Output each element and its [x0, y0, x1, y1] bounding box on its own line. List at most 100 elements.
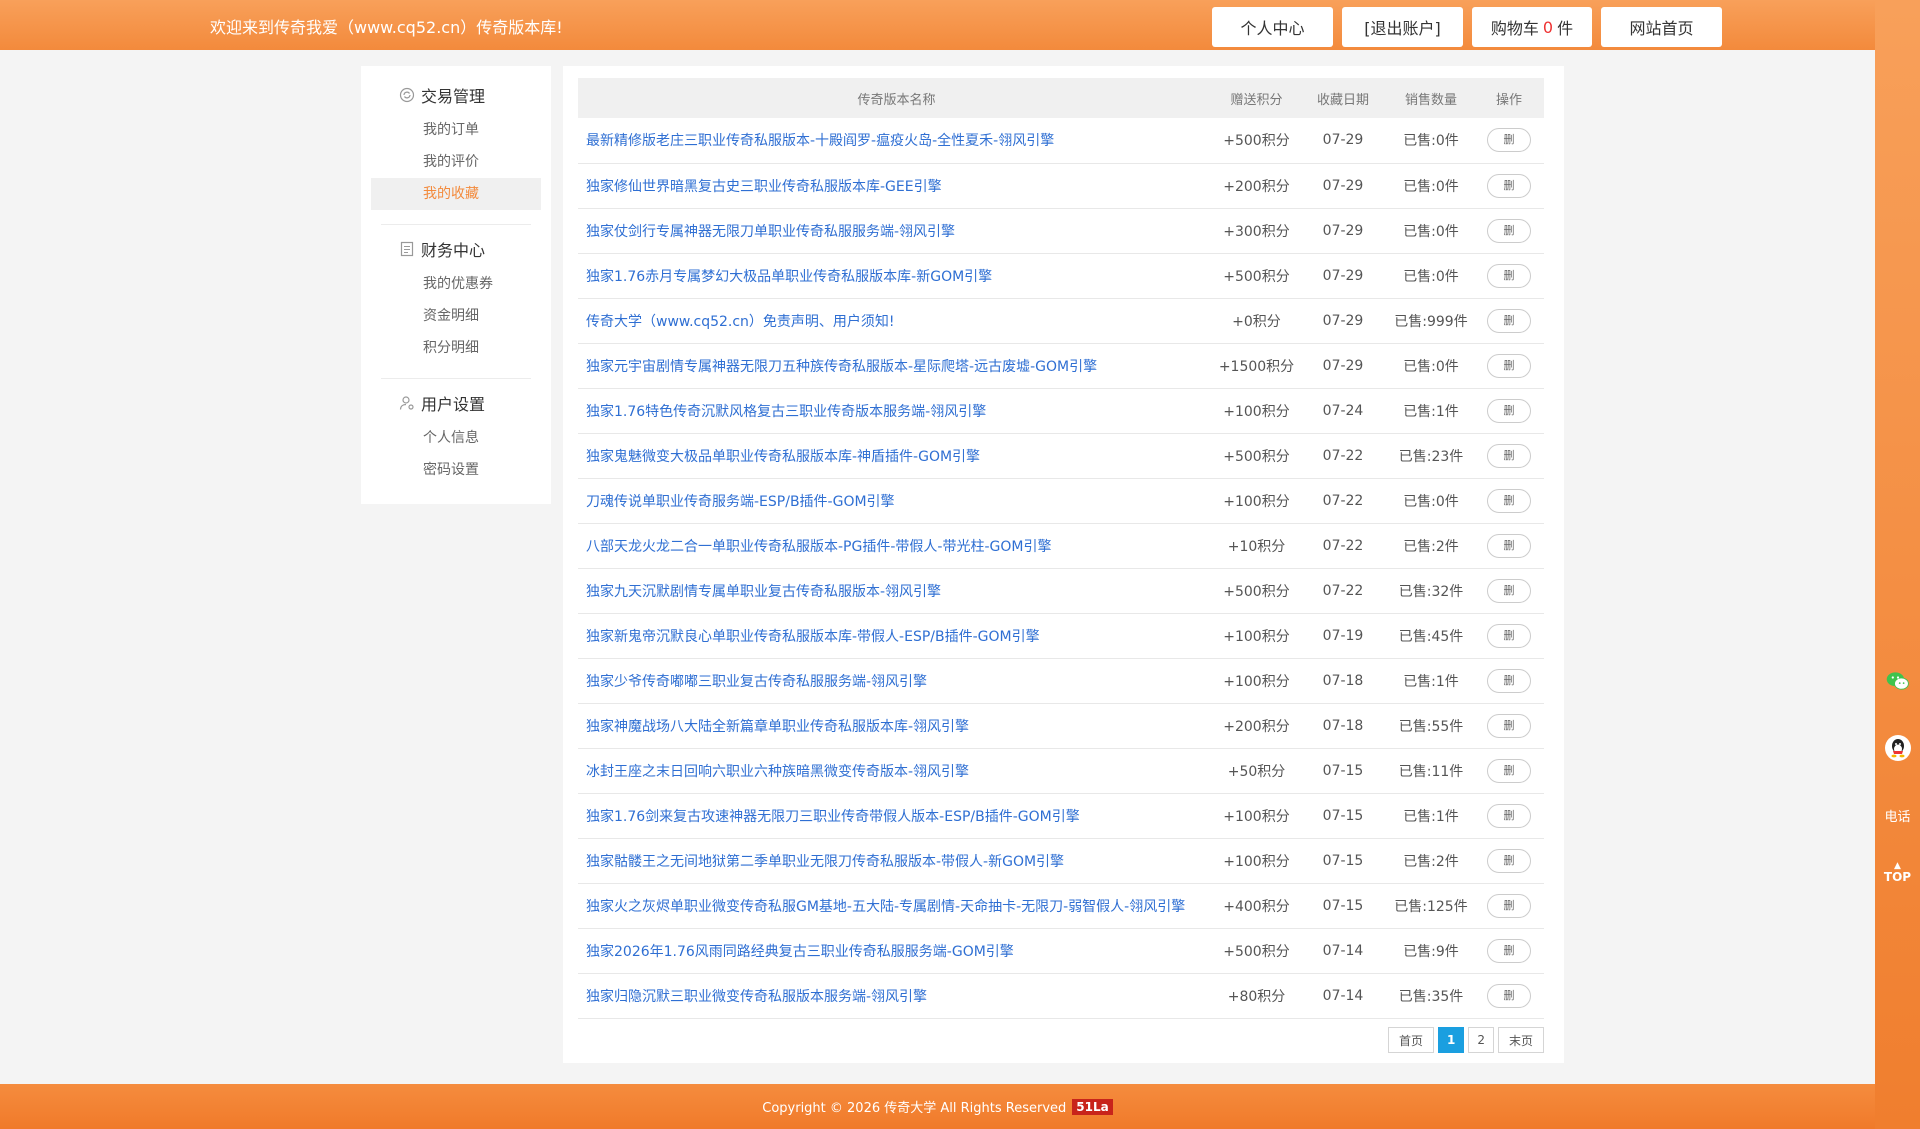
date-cell: 07-24 [1298, 388, 1388, 434]
qq-icon [1884, 735, 1911, 761]
version-name-link[interactable]: 最新精修版老庄三职业传奇私服版本-十殿阎罗-瘟疫火岛-全性夏禾-翎风引擎 [578, 118, 1215, 164]
version-name-link[interactable]: 独家1.76剑来复古攻速神器无限刀三职业传奇带假人版本-ESP/B插件-GOM引… [578, 793, 1215, 839]
version-name-link[interactable]: 独家元宇宙剧情专属神器无限刀五种族传奇私服版本-星际爬塔-远古废墟-GOM引擎 [578, 343, 1215, 389]
points-cell: +200积分 [1215, 163, 1298, 209]
version-name-link[interactable]: 独家归隐沉默三职业微变传奇私服版本服务端-翎风引擎 [578, 973, 1215, 1019]
column-header-name: 传奇版本名称 [578, 78, 1215, 118]
date-cell: 07-14 [1298, 928, 1388, 974]
points-cell: +400积分 [1215, 883, 1298, 929]
version-name-link[interactable]: 刀魂传说单职业传奇服务端-ESP/B插件-GOM引擎 [578, 478, 1215, 524]
delete-button[interactable]: 删 [1487, 308, 1531, 333]
version-name-link[interactable]: 独家修仙世界暗黑复古史三职业传奇私服版本库-GEE引擎 [578, 163, 1215, 209]
menu-item-personal-info[interactable]: 个人信息 [371, 422, 541, 454]
table-row: 独家1.76特色传奇沉默风格复古三职业传奇版本服务端-翎风引擎 +100积分 07-… [578, 388, 1544, 434]
menu-item-password-settings[interactable]: 密码设置 [371, 454, 541, 486]
phone-button[interactable]: 电话 [1875, 806, 1920, 825]
qq-button[interactable] [1875, 735, 1920, 761]
delete-button[interactable]: 删 [1487, 128, 1531, 153]
action-cell: 删 [1474, 253, 1544, 299]
personal-center-button[interactable]: 个人中心 [1212, 7, 1333, 47]
version-name-link[interactable]: 独家九天沉默剧情专属单职业复古传奇私服版本-翎风引擎 [578, 568, 1215, 614]
version-name-link[interactable]: 冰封王座之末日回响六职业六种族暗黑微变传奇版本-翎风引擎 [578, 748, 1215, 794]
action-cell: 删 [1474, 928, 1544, 974]
points-cell: +500积分 [1215, 433, 1298, 479]
logout-button[interactable]: [退出账户] [1342, 7, 1463, 47]
action-cell: 删 [1474, 433, 1544, 479]
action-cell: 删 [1474, 838, 1544, 884]
delete-button[interactable]: 删 [1487, 173, 1531, 198]
points-cell: +80积分 [1215, 973, 1298, 1019]
delete-button[interactable]: 删 [1487, 983, 1531, 1008]
points-cell: +500积分 [1215, 253, 1298, 299]
table-row: 独家1.76剑来复古攻速神器无限刀三职业传奇带假人版本-ESP/B插件-GOM引… [578, 793, 1544, 839]
menu-group-trade: 交易管理 我的订单 我的评价 我的收藏 [361, 80, 551, 210]
delete-button[interactable]: 删 [1487, 668, 1531, 693]
menu-item-fund-details[interactable]: 资金明细 [371, 300, 541, 332]
points-cell: +500积分 [1215, 568, 1298, 614]
menu-divider [381, 378, 531, 379]
menu-item-my-coupons[interactable]: 我的优惠券 [371, 268, 541, 300]
refresh-circle-icon [399, 87, 415, 103]
action-cell: 删 [1474, 658, 1544, 704]
wechat-button[interactable] [1875, 668, 1920, 694]
sold-cell: 已售:0件 [1388, 163, 1474, 209]
delete-button[interactable]: 删 [1487, 353, 1531, 378]
version-name-link[interactable]: 独家鬼魅微变大极品单职业传奇私服版本库-神盾插件-GOM引擎 [578, 433, 1215, 479]
pager-first[interactable]: 首页 [1387, 1027, 1434, 1053]
delete-button[interactable]: 删 [1487, 713, 1531, 738]
action-cell: 删 [1474, 208, 1544, 254]
delete-button[interactable]: 删 [1487, 533, 1531, 558]
date-cell: 07-15 [1298, 838, 1388, 884]
sold-cell: 已售:1件 [1388, 388, 1474, 434]
delete-button[interactable]: 删 [1487, 803, 1531, 828]
delete-button[interactable]: 删 [1487, 758, 1531, 783]
sold-cell: 已售:0件 [1388, 253, 1474, 299]
version-name-link[interactable]: 独家神魔战场八大陆全新篇章单职业传奇私服版本库-翎风引擎 [578, 703, 1215, 749]
menu-item-points-details[interactable]: 积分明细 [371, 332, 541, 364]
delete-button[interactable]: 删 [1487, 263, 1531, 288]
table-row: 独家修仙世界暗黑复古史三职业传奇私服版本库-GEE引擎 +200积分 07-29 已售… [578, 163, 1544, 209]
version-name-link[interactable]: 独家少爷传奇嘟嘟三职业复古传奇私服服务端-翎风引擎 [578, 658, 1215, 704]
points-cell: +500积分 [1215, 118, 1298, 164]
pager-page-1[interactable]: 1 [1437, 1027, 1465, 1053]
table-row: 传奇大学（www.cq52.cn）免责声明、用户须知! +0积分 07-29 已售:9… [578, 298, 1544, 344]
points-cell: +10积分 [1215, 523, 1298, 569]
sold-cell: 已售:0件 [1388, 208, 1474, 254]
stats-badge[interactable]: 51La [1072, 1098, 1113, 1115]
version-name-link[interactable]: 独家骷髅王之无间地狱第二季单职业无限刀传奇私服版本-带假人-新GOM引擎 [578, 838, 1215, 884]
date-cell: 07-29 [1298, 118, 1388, 164]
version-name-link[interactable]: 独家1.76赤月专属梦幻大极品单职业传奇私服版本库-新GOM引擎 [578, 253, 1215, 299]
menu-item-my-favorites[interactable]: 我的收藏 [371, 178, 541, 210]
sold-cell: 已售:11件 [1388, 748, 1474, 794]
table-row: 独家鬼魅微变大极品单职业传奇私服版本库-神盾插件-GOM引擎 +500积分 07-2… [578, 433, 1544, 479]
version-name-link[interactable]: 独家新鬼帝沉默良心单职业传奇私服版本库-带假人-ESP/B插件-GOM引擎 [578, 613, 1215, 659]
version-name-link[interactable]: 独家2026年1.76风雨同路经典复古三职业传奇私服服务端-GOM引擎 [578, 928, 1215, 974]
table-row: 独家九天沉默剧情专属单职业复古传奇私服版本-翎风引擎 +500积分 07-22 已售:… [578, 568, 1544, 614]
delete-button[interactable]: 删 [1487, 488, 1531, 513]
back-to-top-button[interactable]: ▲ TOP [1875, 862, 1920, 885]
delete-button[interactable]: 删 [1487, 893, 1531, 918]
menu-item-my-reviews[interactable]: 我的评价 [371, 146, 541, 178]
wechat-icon [1885, 668, 1911, 694]
delete-button[interactable]: 删 [1487, 443, 1531, 468]
home-button[interactable]: 网站首页 [1601, 7, 1722, 47]
version-name-link[interactable]: 传奇大学（www.cq52.cn）免责声明、用户须知! [578, 298, 1215, 344]
action-cell: 删 [1474, 613, 1544, 659]
pager-page-2[interactable]: 2 [1468, 1027, 1494, 1053]
version-name-link[interactable]: 八部天龙火龙二合一单职业传奇私服版本-PG插件-带假人-带光柱-GOM引擎 [578, 523, 1215, 569]
delete-button[interactable]: 删 [1487, 848, 1531, 873]
version-name-link[interactable]: 独家火之灰烬单职业微变传奇私服GM基地-五大陆-专属剧情-天命抽卡-无限刀-弱智… [578, 883, 1215, 929]
pager-last[interactable]: 末页 [1497, 1027, 1544, 1053]
points-cell: +100积分 [1215, 388, 1298, 434]
cart-button[interactable]: 购物车 0 件 [1472, 7, 1592, 47]
version-name-link[interactable]: 独家仗剑行专属神器无限刀单职业传奇私服服务端-翎风引擎 [578, 208, 1215, 254]
delete-button[interactable]: 删 [1487, 398, 1531, 423]
delete-button[interactable]: 删 [1487, 623, 1531, 648]
favorites-table: 传奇版本名称 赠送积分 收藏日期 销售数量 操作 最新精修版老庄三职业传奇私服版… [578, 78, 1544, 1019]
action-cell: 删 [1474, 883, 1544, 929]
delete-button[interactable]: 删 [1487, 938, 1531, 963]
version-name-link[interactable]: 独家1.76特色传奇沉默风格复古三职业传奇版本服务端-翎风引擎 [578, 388, 1215, 434]
delete-button[interactable]: 删 [1487, 578, 1531, 603]
menu-item-my-orders[interactable]: 我的订单 [371, 114, 541, 146]
delete-button[interactable]: 删 [1487, 218, 1531, 243]
